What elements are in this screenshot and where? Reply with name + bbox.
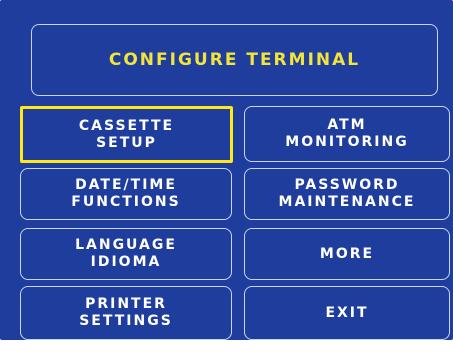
date-time-functions-label-line1: DATE/TIME	[75, 177, 177, 193]
exit-button[interactable]: EXIT	[244, 286, 450, 340]
atm-monitoring-label-line1: ATM	[327, 117, 367, 133]
date-time-functions-button[interactable]: DATE/TIME FUNCTIONS	[20, 168, 232, 220]
more-button[interactable]: MORE	[244, 228, 450, 280]
atm-monitoring-label-line2: MONITORING	[285, 134, 409, 150]
password-maintenance-button[interactable]: PASSWORD MAINTENANCE	[244, 168, 450, 220]
password-maintenance-label-line2: MAINTENANCE	[278, 194, 416, 210]
language-idioma-label-line1: LANGUAGE	[75, 237, 177, 253]
password-maintenance-label-line1: PASSWORD	[294, 177, 400, 193]
more-label: MORE	[319, 245, 375, 262]
title-panel: CONFIGURE TERMINAL	[31, 24, 438, 96]
atm-monitoring-button[interactable]: ATM MONITORING	[244, 106, 450, 162]
language-idioma-label-line2: IDIOMA	[90, 254, 162, 270]
cassette-setup-button[interactable]: CASSETTE SETUP	[20, 106, 233, 163]
printer-settings-label-line2: SETTINGS	[79, 313, 173, 329]
printer-settings-label-line1: PRINTER	[85, 296, 167, 312]
atm-screen: CONFIGURE TERMINAL CASSETTE SETUP ATM MO…	[0, 0, 453, 340]
exit-label: EXIT	[325, 304, 369, 321]
page-title: CONFIGURE TERMINAL	[108, 50, 361, 70]
date-time-functions-label-line2: FUNCTIONS	[71, 194, 181, 210]
cassette-setup-label-line2: SETUP	[96, 134, 157, 151]
language-idioma-button[interactable]: LANGUAGE IDIOMA	[20, 228, 232, 280]
cassette-setup-label-line1: CASSETTE	[78, 117, 175, 134]
printer-settings-button[interactable]: PRINTER SETTINGS	[20, 286, 232, 340]
